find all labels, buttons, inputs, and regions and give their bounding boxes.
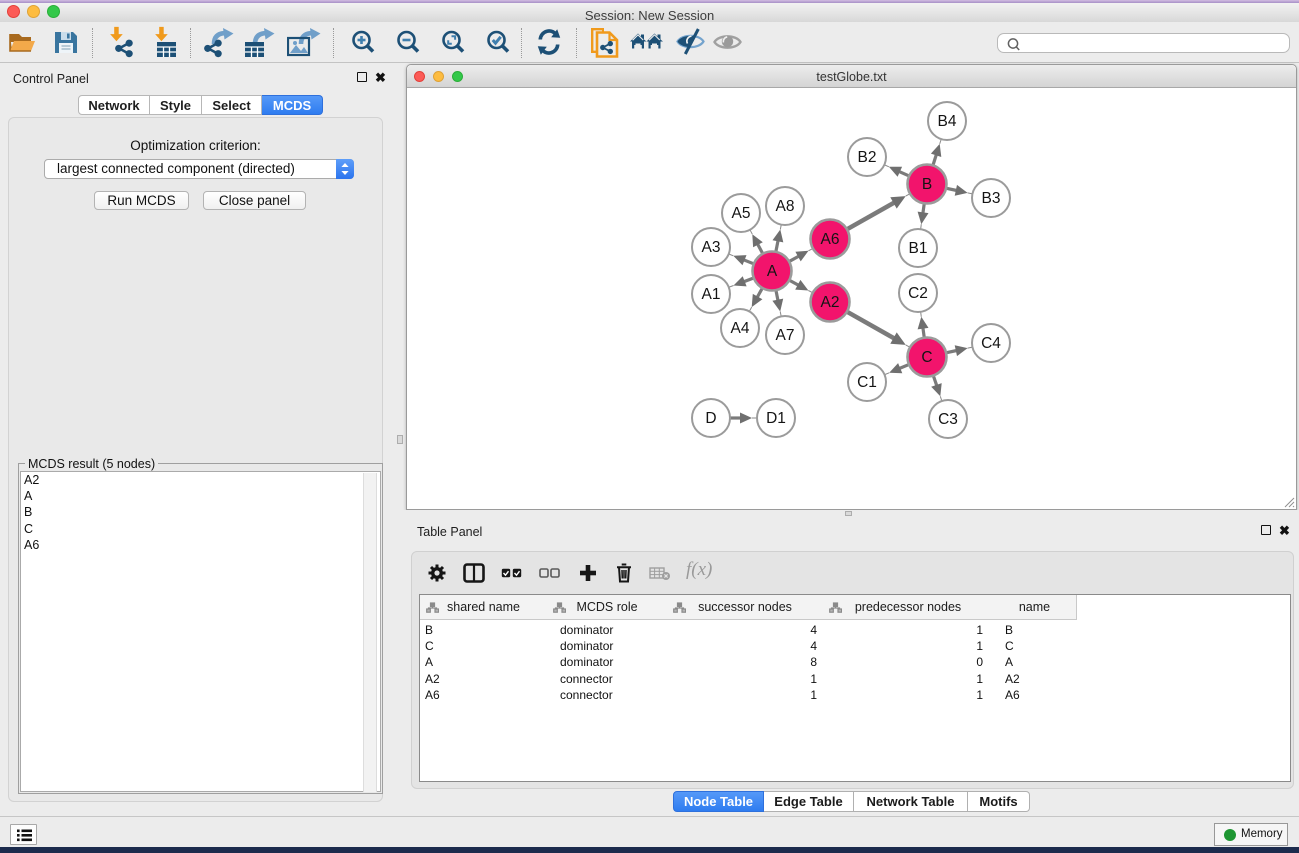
svg-text:A7: A7: [776, 327, 795, 344]
svg-text:A: A: [767, 263, 778, 280]
svg-text:A1: A1: [702, 286, 721, 303]
svg-text:B1: B1: [909, 240, 928, 257]
svg-text:A2: A2: [821, 294, 840, 311]
svg-text:B2: B2: [858, 149, 877, 166]
svg-text:B4: B4: [938, 113, 957, 130]
svg-text:A5: A5: [732, 205, 751, 222]
svg-text:C1: C1: [857, 374, 877, 391]
svg-text:D1: D1: [766, 410, 786, 427]
svg-text:B: B: [922, 176, 932, 193]
svg-text:A4: A4: [731, 320, 750, 337]
svg-text:A3: A3: [702, 239, 721, 256]
svg-text:C4: C4: [981, 335, 1001, 352]
svg-text:A6: A6: [821, 231, 840, 248]
svg-text:C3: C3: [938, 411, 958, 428]
svg-text:C: C: [921, 349, 932, 366]
svg-text:A8: A8: [776, 198, 795, 215]
svg-text:D: D: [705, 410, 716, 427]
svg-text:C2: C2: [908, 285, 928, 302]
svg-text:B3: B3: [982, 190, 1001, 207]
